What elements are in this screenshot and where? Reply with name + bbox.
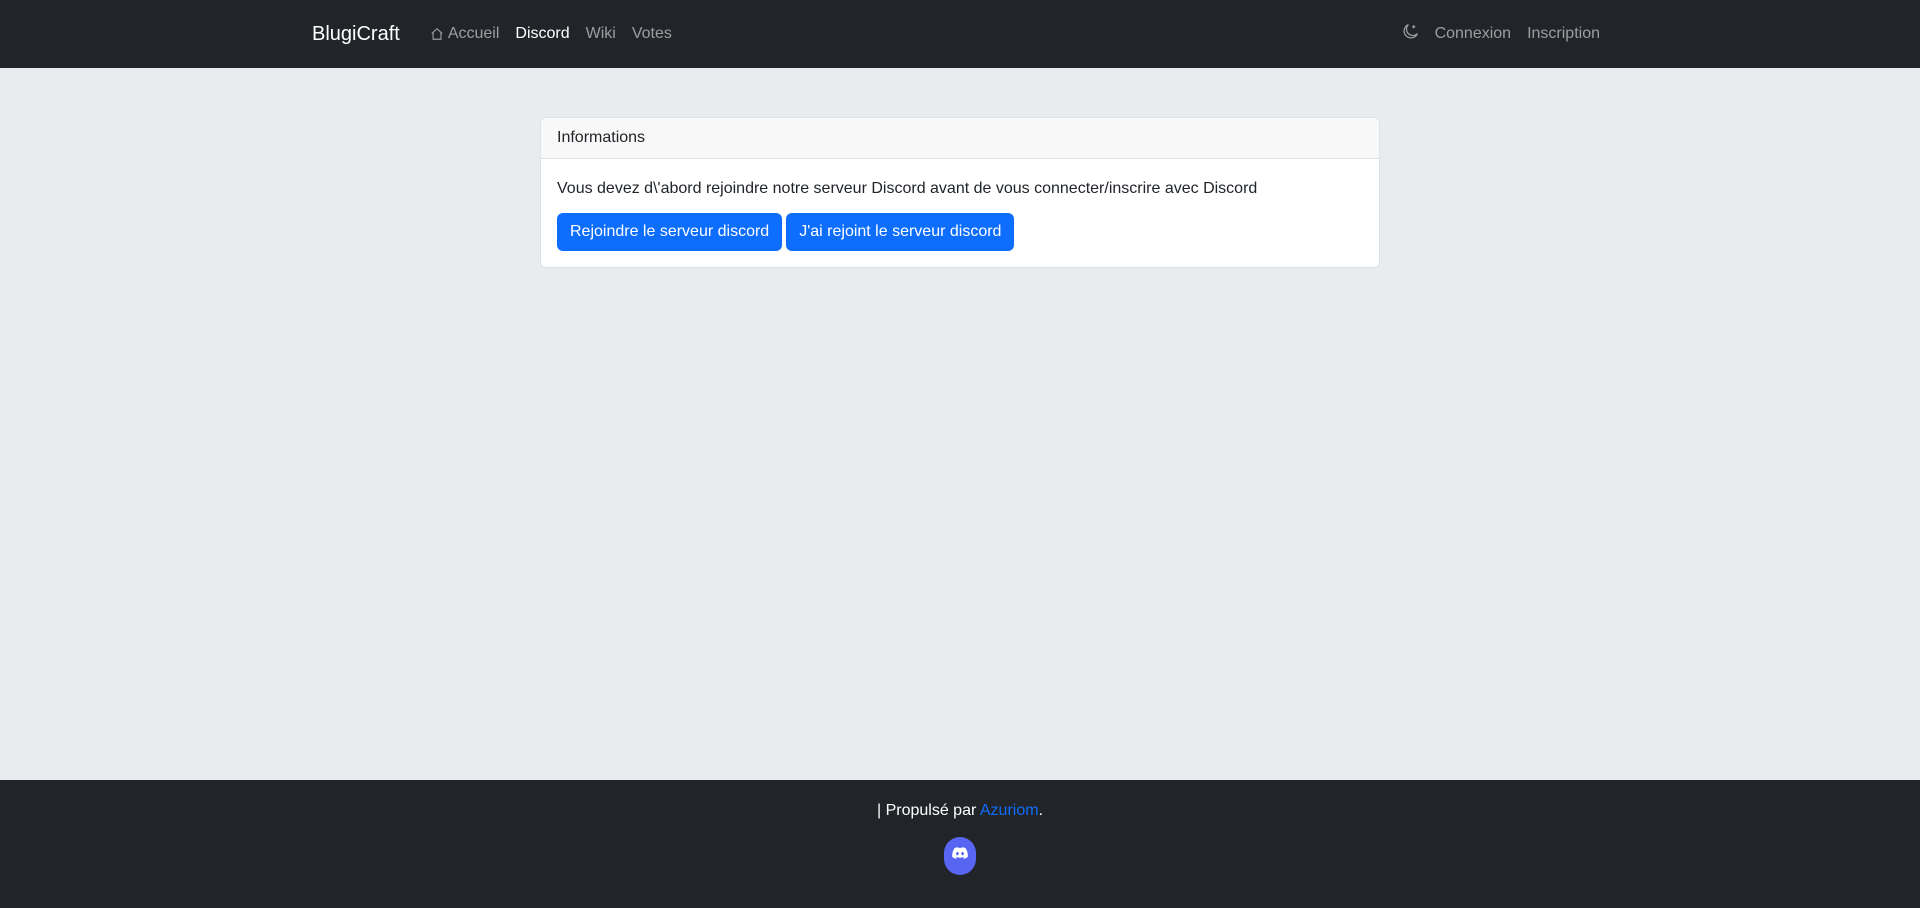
nav-link-discord[interactable]: Discord [507,25,577,43]
card-body: Vous devez d\'abord rejoindre notre serv… [541,159,1379,267]
footer-prefix: | Propulsé par [876,802,980,819]
login-link[interactable]: Connexion [1427,25,1520,43]
theme-toggle-button[interactable] [1394,23,1427,45]
nav-link-label: Accueil [447,25,500,42]
navbar: BlugiCraft Accueil Discord Wiki Votes Co… [0,0,1920,68]
footer: | Propulsé par Azuriom. [0,780,1920,908]
discord-social-button[interactable] [944,837,976,875]
join-discord-button[interactable]: Rejoindre le serveur discord [557,213,783,251]
nav-link-wiki[interactable]: Wiki [578,25,624,43]
card-header: Informations [541,118,1379,159]
footer-credit: | Propulsé par Azuriom. [877,800,1043,822]
footer-suffix: . [1038,802,1044,819]
info-message: Vous devez d\'abord rejoindre notre serv… [557,180,1258,197]
discord-icon [952,847,968,865]
info-card: Informations Vous devez d\'abord rejoind… [540,117,1380,268]
main-content: Informations Vous devez d\'abord rejoind… [0,68,1920,780]
nav-link-votes[interactable]: Votes [624,25,680,43]
brand-link[interactable]: BlugiCraft [312,23,400,46]
joined-discord-button[interactable]: J'ai rejoint le serveur discord [786,213,1015,251]
button-row: Rejoindre le serveur discord J'ai rejoin… [557,213,1363,251]
register-link[interactable]: Inscription [1519,25,1608,43]
navbar-container: BlugiCraft Accueil Discord Wiki Votes Co… [300,23,1620,46]
moon-stars-icon [1402,23,1419,45]
nav-link-accueil[interactable]: Accueil [422,25,508,43]
house-icon [430,27,444,41]
azuriom-link[interactable]: Azuriom [980,802,1039,819]
navbar-left: BlugiCraft Accueil Discord Wiki Votes [312,23,680,46]
navbar-right: Connexion Inscription [1394,23,1608,45]
